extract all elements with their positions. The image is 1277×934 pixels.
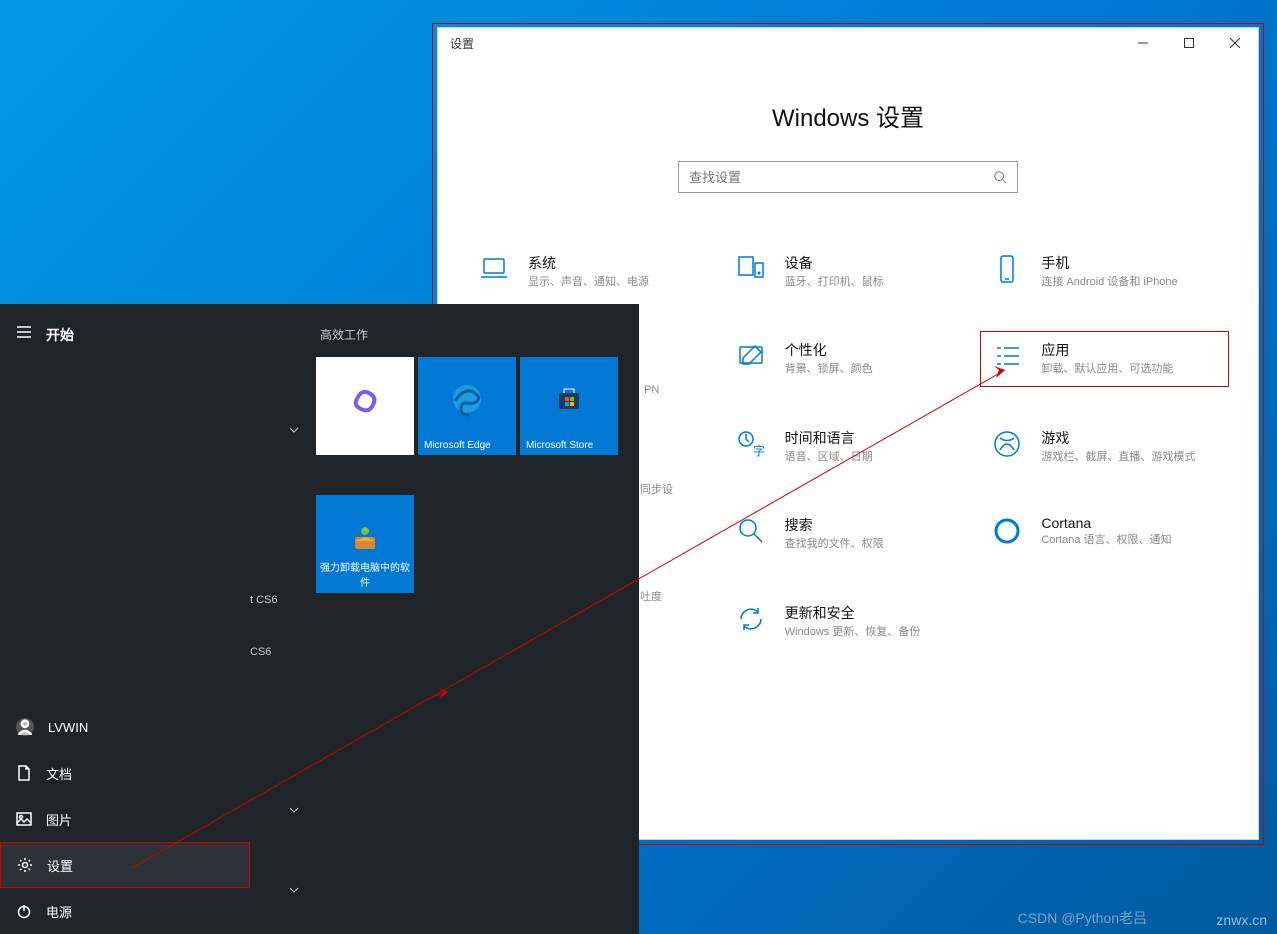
update-icon <box>735 603 767 635</box>
item-desc: Windows 更新、恢复、备份 <box>785 625 962 640</box>
item-title: 更新和安全 <box>785 603 962 623</box>
start-documents-row[interactable]: 文档 <box>0 750 250 796</box>
start-user-row[interactable]: LVWIN <box>0 704 250 750</box>
item-title: 系统 <box>528 253 705 273</box>
start-menu: 开始 LVWIN 文档 图片 设置 电源 <box>0 304 639 934</box>
xbox-icon <box>991 428 1023 460</box>
store-icon <box>551 381 587 417</box>
tiles-row: 强力卸载电脑中的软件 <box>316 495 639 593</box>
settings-item-search[interactable]: 搜索查找我的文件、权限 <box>735 515 962 552</box>
item-title: 应用 <box>1041 340 1218 360</box>
maximize-button[interactable] <box>1166 28 1212 58</box>
tile-copilot[interactable] <box>316 357 414 455</box>
cortana-icon <box>991 515 1023 547</box>
partial-sync-text: 同步设 <box>640 481 673 497</box>
tiles-section-title: 高效工作 <box>316 326 639 343</box>
tile-store[interactable]: Microsoft Store <box>520 357 618 455</box>
window-controls <box>1120 28 1258 58</box>
start-header: 开始 <box>0 304 250 365</box>
settings-item-personalization[interactable]: 个性化背景、锁屏、颜色 <box>735 340 962 377</box>
search-input[interactable] <box>689 170 993 185</box>
avatar-icon <box>16 718 34 736</box>
partial-contrast-text: 吐度 <box>640 588 662 604</box>
search-wrap <box>438 161 1258 193</box>
start-pictures-row[interactable]: 图片 <box>0 796 250 842</box>
watermark-csdn: CSDN @Python老吕 <box>1018 908 1147 928</box>
start-power-row[interactable]: 电源 <box>0 888 250 934</box>
item-title: 游戏 <box>1041 428 1218 448</box>
item-desc: 背景、锁屏、颜色 <box>785 362 962 377</box>
settings-item-apps[interactable]: 应用卸载、默认应用、可选功能 <box>980 331 1229 386</box>
laptop-icon <box>478 253 510 285</box>
pictures-icon <box>16 811 32 827</box>
item-title: 设备 <box>785 253 962 273</box>
start-title: 开始 <box>46 325 74 345</box>
close-button[interactable] <box>1212 28 1258 58</box>
tiles-row: Microsoft Edge Microsoft Store <box>316 357 639 455</box>
partial-vpn-text: PN <box>644 384 659 396</box>
settings-label: 设置 <box>47 856 73 875</box>
power-label: 电源 <box>46 902 72 921</box>
item-desc: 卸载、默认应用、可选功能 <box>1041 362 1218 377</box>
item-title: 个性化 <box>785 340 962 360</box>
uninstall-icon <box>347 519 383 555</box>
start-bottom-list: LVWIN 文档 图片 设置 电源 <box>0 704 250 934</box>
tile-label: Microsoft Store <box>526 440 612 451</box>
chevron-down-icon[interactable] <box>288 884 300 896</box>
item-desc: 语音、区域、日期 <box>785 450 962 465</box>
chevron-down-icon[interactable] <box>288 804 300 816</box>
tiles-area: 高效工作 Microsoft Edge Microsoft Store 强力卸载… <box>316 304 639 934</box>
item-title: 时间和语言 <box>785 428 962 448</box>
settings-item-system[interactable]: 系统显示、声音、通知、电源 <box>478 253 705 290</box>
document-icon <box>16 765 32 781</box>
tile-label: 强力卸载电脑中的软件 <box>320 559 410 589</box>
power-icon <box>16 903 32 919</box>
item-desc: 查找我的文件、权限 <box>785 537 962 552</box>
item-desc: 显示、声音、通知、电源 <box>528 275 705 290</box>
hamburger-icon[interactable] <box>16 324 32 345</box>
window-title: 设置 <box>450 35 474 52</box>
item-title: 手机 <box>1041 253 1218 273</box>
search-icon <box>993 170 1007 184</box>
settings-item-devices[interactable]: 设备蓝牙、打印机、鼠标 <box>735 253 962 290</box>
item-title: 搜索 <box>785 515 962 535</box>
item-title: Cortana <box>1041 515 1218 531</box>
documents-label: 文档 <box>46 764 72 783</box>
item-desc: 连接 Android 设备和 iPhone <box>1041 275 1218 290</box>
time-language-icon: 字 <box>735 428 767 460</box>
item-desc: 游戏栏、截屏、直播、游戏模式 <box>1041 450 1218 465</box>
phone-icon <box>991 253 1023 285</box>
item-desc: Cortana 语言、权限、通知 <box>1041 533 1218 548</box>
pictures-label: 图片 <box>46 810 72 829</box>
settings-titlebar: 设置 <box>438 28 1258 58</box>
settings-heading: Windows 设置 <box>438 98 1258 133</box>
devices-icon <box>735 253 767 285</box>
search-icon <box>735 515 767 547</box>
tile-edge[interactable]: Microsoft Edge <box>418 357 516 455</box>
gear-icon <box>17 857 33 873</box>
settings-item-update[interactable]: 更新和安全 Windows 更新、恢复、备份 <box>735 603 962 640</box>
search-box[interactable] <box>678 161 1018 193</box>
minimize-button[interactable] <box>1120 28 1166 58</box>
start-settings-row[interactable]: 设置 <box>0 842 250 888</box>
settings-item-time-language[interactable]: 字 时间和语言语音、区域、日期 <box>735 428 962 465</box>
copilot-icon <box>347 381 383 417</box>
settings-item-gaming[interactable]: 游戏游戏栏、截屏、直播、游戏模式 <box>991 428 1218 465</box>
user-name: LVWIN <box>48 720 88 735</box>
svg-text:字: 字 <box>753 443 765 458</box>
apps-icon <box>991 340 1023 372</box>
chevron-down-icon[interactable] <box>288 424 300 436</box>
tile-uninstall[interactable]: 强力卸载电脑中的软件 <box>316 495 414 593</box>
edge-icon <box>449 381 485 417</box>
settings-item-cortana[interactable]: Cortana Cortana 语言、权限、通知 <box>991 515 1218 552</box>
item-desc: 蓝牙、打印机、鼠标 <box>785 275 962 290</box>
settings-item-phone[interactable]: 手机连接 Android 设备和 iPhone <box>991 253 1218 290</box>
watermark-znwx: znwx.cn <box>1216 912 1267 928</box>
start-left-panel: 开始 LVWIN 文档 图片 设置 电源 <box>0 304 250 934</box>
personalization-icon <box>735 340 767 372</box>
tile-label: Microsoft Edge <box>424 440 510 451</box>
